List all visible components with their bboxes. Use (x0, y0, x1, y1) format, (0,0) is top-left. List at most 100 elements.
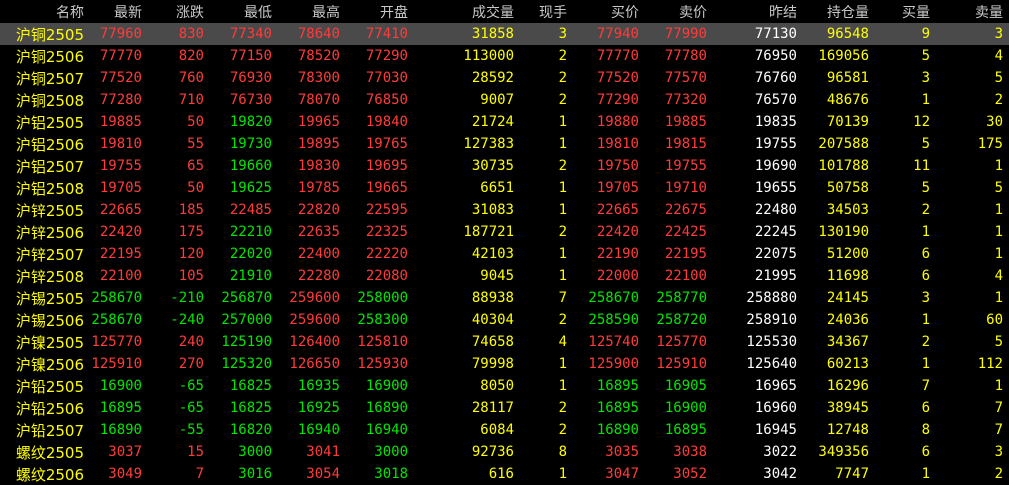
cell-name: 沪铝2505 (15, 113, 84, 132)
column-header-high[interactable]: 最高 (278, 0, 346, 23)
table-row[interactable]: 沪铜2508 77280 710 76730 78070 76850 9007 2 77290 7… (0, 89, 1009, 111)
table-row[interactable]: 沪铅2506 16895 -65 16825 16925 16890 28117 2 16895… (0, 397, 1009, 419)
column-header-name[interactable]: 名称 (0, 0, 90, 23)
cell-ask-volume: 2 (994, 92, 1003, 108)
table-row[interactable]: 沪镍2506 125910 270 125320 126650 125930 79998 1 1… (0, 353, 1009, 375)
table-row[interactable]: 沪锌2506 22420 175 22210 22635 22325 187721 2 2242… (0, 221, 1009, 243)
cell-ask-volume: 60 (986, 312, 1003, 328)
column-header-prev-settle[interactable]: 昨结 (713, 0, 803, 23)
cell-low: 16825 (229, 400, 272, 416)
cell-bid-volume: 9 (921, 26, 930, 42)
cell-current-lot: 1 (558, 356, 567, 372)
cell-prev-settle: 22075 (754, 246, 797, 262)
cell-last: 19885 (99, 114, 142, 130)
table-row[interactable]: 沪铝2508 19705 50 19625 19785 19665 6651 1 19705 19… (0, 177, 1009, 199)
column-header-current-lot[interactable]: 现手 (520, 0, 573, 23)
cell-high: 78300 (297, 70, 340, 86)
column-header-bid-volume[interactable]: 买量 (875, 0, 936, 23)
cell-low: 3000 (238, 444, 272, 460)
cell-bid-volume: 1 (921, 224, 930, 240)
table-row[interactable]: 沪铝2505 19885 50 19820 19965 19840 21724 1 19880 1… (0, 111, 1009, 133)
table-row[interactable]: 沪铜2505 77960 830 77340 78640 77410 31858 3 77940… (0, 23, 1009, 45)
cell-ask: 77780 (664, 48, 707, 64)
table-row[interactable]: 沪铜2507 77520 760 76930 78300 77030 28592 2 77520… (0, 67, 1009, 89)
table-row[interactable]: 螺纹2505 3037 15 3000 3041 3000 92736 8 3035 3038 30… (0, 441, 1009, 463)
cell-bid: 22420 (596, 224, 639, 240)
table-row[interactable]: 沪铜2506 77770 820 77150 78520 77290 113000 2 7777… (0, 45, 1009, 67)
cell-open-interest: 16296 (826, 378, 869, 394)
cell-change: 240 (178, 334, 204, 350)
quote-table: 名称 最新 涨跌 最低 最高 开盘 成交量 现手 买价 卖价 昨结 持仓量 买量… (0, 0, 1009, 485)
column-header-last[interactable]: 最新 (90, 0, 148, 23)
cell-open-interest: 60213 (826, 356, 869, 372)
table-row[interactable]: 沪铅2505 16900 -65 16825 16935 16900 8050 1 16895 1… (0, 375, 1009, 397)
table-row[interactable]: 沪铝2507 19755 65 19660 19830 19695 30735 2 19750 1… (0, 155, 1009, 177)
cell-low: 76730 (229, 92, 272, 108)
cell-name: 沪镍2506 (15, 355, 84, 374)
table-row[interactable]: 沪镍2505 125770 240 125190 126400 125810 74658 4 1… (0, 331, 1009, 353)
column-header-low[interactable]: 最低 (210, 0, 278, 23)
cell-ask-volume: 7 (994, 400, 1003, 416)
cell-low: 76930 (229, 70, 272, 86)
cell-low: 16825 (229, 378, 272, 394)
column-header-bid[interactable]: 买价 (573, 0, 645, 23)
table-row[interactable]: 沪锌2505 22665 185 22485 22820 22595 31083 1 22665… (0, 199, 1009, 221)
table-row[interactable]: 沪锌2507 22195 120 22020 22400 22220 42103 1 22190… (0, 243, 1009, 265)
table-row[interactable]: 沪锡2506 258670 -240 257000 259600 258300 40304 2… (0, 309, 1009, 331)
cell-bid-volume: 1 (921, 92, 930, 108)
cell-current-lot: 2 (558, 312, 567, 328)
cell-current-lot: 1 (558, 268, 567, 284)
cell-current-lot: 1 (558, 136, 567, 152)
cell-low: 21910 (229, 268, 272, 284)
cell-open: 19665 (365, 180, 408, 196)
cell-prev-settle: 125640 (746, 356, 797, 372)
cell-prev-settle: 22480 (754, 202, 797, 218)
cell-ask: 19755 (664, 158, 707, 174)
cell-current-lot: 2 (558, 422, 567, 438)
column-header-open-interest[interactable]: 持仓量 (803, 0, 875, 23)
column-header-change[interactable]: 涨跌 (148, 0, 210, 23)
cell-open: 22595 (365, 202, 408, 218)
cell-bid: 22665 (596, 202, 639, 218)
cell-ask: 258770 (656, 290, 707, 306)
cell-ask: 3052 (673, 466, 707, 482)
cell-bid-volume: 6 (921, 444, 930, 460)
cell-ask: 19815 (664, 136, 707, 152)
cell-ask-volume: 1 (994, 202, 1003, 218)
cell-open-interest: 38945 (826, 400, 869, 416)
table-row[interactable]: 沪铝2506 19810 55 19730 19895 19765 127383 1 19810… (0, 133, 1009, 155)
cell-prev-settle: 3022 (763, 444, 797, 460)
cell-volume: 28117 (471, 400, 514, 416)
cell-bid-volume: 6 (921, 268, 930, 284)
column-header-ask[interactable]: 卖价 (645, 0, 713, 23)
table-row[interactable]: 螺纹2506 3049 7 3016 3054 3018 616 1 3047 3052 3042 7… (0, 463, 1009, 485)
cell-open: 125810 (357, 334, 408, 350)
cell-current-lot: 2 (558, 400, 567, 416)
cell-last: 19755 (99, 158, 142, 174)
cell-prev-settle: 19835 (754, 114, 797, 130)
cell-bid-volume: 5 (921, 48, 930, 64)
cell-low: 77340 (229, 26, 272, 42)
cell-low: 3016 (238, 466, 272, 482)
cell-ask-volume: 1 (994, 290, 1003, 306)
cell-current-lot: 1 (558, 180, 567, 196)
cell-last: 19810 (99, 136, 142, 152)
table-row[interactable]: 沪铅2507 16890 -55 16820 16940 16940 6084 2 16890 1… (0, 419, 1009, 441)
cell-volume: 40304 (471, 312, 514, 328)
cell-high: 16940 (297, 422, 340, 438)
cell-last: 258670 (91, 290, 142, 306)
cell-name: 沪铝2506 (15, 135, 84, 154)
cell-prev-settle: 3042 (763, 466, 797, 482)
cell-bid-volume: 6 (921, 246, 930, 262)
table-row[interactable]: 沪锌2508 22100 105 21910 22280 22080 9045 1 22000 2… (0, 265, 1009, 287)
cell-change: 50 (187, 114, 204, 130)
cell-open: 76850 (365, 92, 408, 108)
cell-open-interest: 96581 (826, 70, 869, 86)
column-header-volume[interactable]: 成交量 (414, 0, 520, 23)
table-row[interactable]: 沪锡2505 258670 -210 256870 259600 258000 88938 7… (0, 287, 1009, 309)
column-header-open[interactable]: 开盘 (346, 0, 414, 23)
column-header-ask-volume[interactable]: 卖量 (936, 0, 1009, 23)
cell-bid-volume: 2 (921, 334, 930, 350)
cell-last: 125770 (91, 334, 142, 350)
cell-open: 77030 (365, 70, 408, 86)
